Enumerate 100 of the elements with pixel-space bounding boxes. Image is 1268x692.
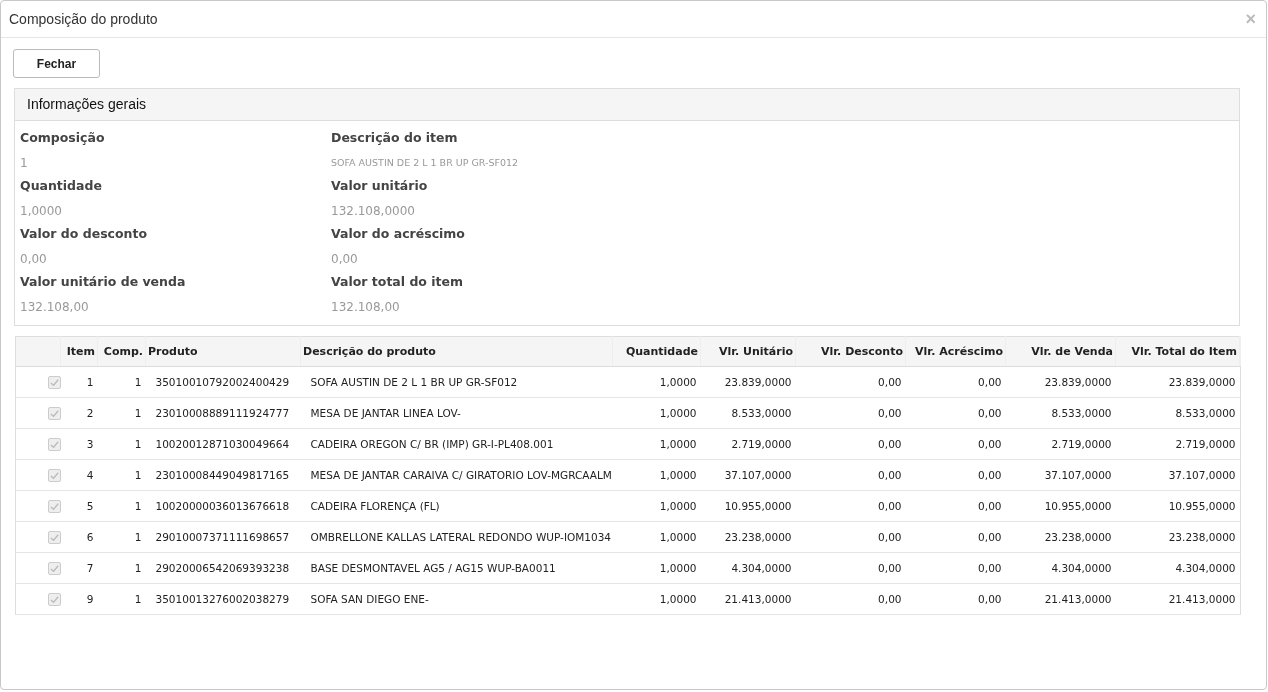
table-cell: MESA DE JANTAR CARAIVA C/ GIRATORIO LOV-MGRCAALM — [300, 459, 613, 491]
table-cell: 0,00 — [905, 459, 1006, 491]
table-cell: 21.413,0000 — [1115, 583, 1240, 615]
table-cell: 0,00 — [795, 397, 906, 429]
table-cell: 0,00 — [795, 521, 906, 553]
column-header: Item — [60, 336, 98, 367]
table-cell: 23.839,0000 — [1005, 366, 1116, 398]
field-label: Valor unitário — [331, 177, 429, 195]
field-value: 132.108,00 — [20, 299, 90, 316]
column-header: Vlr. de Venda — [1005, 336, 1116, 367]
table-cell: 23.238,0000 — [1115, 521, 1240, 553]
table-cell: 1,0000 — [612, 397, 701, 429]
table-cell: 1 — [97, 366, 146, 398]
table-cell: 0,00 — [905, 583, 1006, 615]
table-cell: 1 — [97, 521, 146, 553]
table-cell: 35010013276002038279 — [145, 583, 301, 615]
field-label: Composição — [20, 129, 106, 147]
table-cell: 1,0000 — [612, 428, 701, 460]
table-cell: SOFA AUSTIN DE 2 L 1 BR UP GR-SF012 — [300, 366, 613, 398]
table-cell: 0,00 — [905, 552, 1006, 584]
table-cell: 2.719,0000 — [1115, 428, 1240, 460]
table-cell: OMBRELLONE KALLAS LATERAL REDONDO WUP-IOM1034 — [300, 521, 613, 553]
table-cell: MESA DE JANTAR LINEA LOV- — [300, 397, 613, 429]
table-cell: 0,00 — [795, 459, 906, 491]
table-cell: 23.839,0000 — [700, 366, 796, 398]
table-cell: 23.238,0000 — [700, 521, 796, 553]
field-label: Valor unitário de venda — [20, 273, 187, 291]
close-dialog-button[interactable]: Fechar — [13, 49, 100, 78]
field-value: 0,00 — [331, 251, 359, 268]
table-cell: SOFA SAN DIEGO ENE- — [300, 583, 613, 615]
table-cell: 1 — [97, 583, 146, 615]
table-cell: 1 — [60, 366, 98, 398]
table-cell: 1 — [97, 397, 146, 429]
table-cell: BASE DESMONTAVEL AG5 / AG15 WUP-BA0011 — [300, 552, 613, 584]
table-cell: 2.719,0000 — [700, 428, 796, 460]
column-header: Vlr. Unitário — [700, 336, 796, 367]
table-cell: 37.107,0000 — [1115, 459, 1240, 491]
table-cell: 29020006542069393238 — [145, 552, 301, 584]
field-value: 1,0000 — [20, 203, 63, 220]
table-cell: 0,00 — [795, 366, 906, 398]
table-cell: 8.533,0000 — [1005, 397, 1116, 429]
field-label: Descrição do item — [331, 129, 459, 147]
column-header: Vlr. Acréscimo — [905, 336, 1006, 367]
table-cell: 35010010792002400429 — [145, 366, 301, 398]
table-cell: 23.839,0000 — [1115, 366, 1240, 398]
table-cell: 21.413,0000 — [1005, 583, 1116, 615]
table-cell: 4.304,0000 — [700, 552, 796, 584]
table-cell: 0,00 — [905, 397, 1006, 429]
table-cell: 37.107,0000 — [700, 459, 796, 491]
table-cell: 4.304,0000 — [1115, 552, 1240, 584]
table-cell: 8.533,0000 — [700, 397, 796, 429]
table-cell: 1 — [97, 552, 146, 584]
field-label: Valor total do item — [331, 273, 465, 291]
table-cell: 1 — [97, 428, 146, 460]
table-cell: 7 — [60, 552, 98, 584]
table-cell: 1,0000 — [612, 552, 701, 584]
table-cell: 0,00 — [795, 552, 906, 584]
column-header: Vlr. Total do Item — [1115, 336, 1240, 367]
table-cell: CADEIRA OREGON C/ BR (IMP) GR-I-PL408.001 — [300, 428, 613, 460]
table-cell: 0,00 — [905, 521, 1006, 553]
window-title: Composição do produto — [9, 11, 158, 27]
field-value: SOFA AUSTIN DE 2 L 1 BR UP GR-SF012 — [331, 156, 520, 170]
column-header: Vlr. Desconto — [795, 336, 906, 367]
column-header: Quantidade — [612, 336, 701, 367]
field-value: 132.108,0000 — [331, 203, 416, 220]
table-cell: 2 — [60, 397, 98, 429]
field-label: Valor do acréscimo — [331, 225, 466, 243]
field-value: 0,00 — [20, 251, 48, 268]
panel-title: Informações gerais — [15, 89, 1239, 121]
field-label: Quantidade — [20, 177, 103, 195]
table-cell: 0,00 — [795, 583, 906, 615]
table-cell: 29010007371111698657 — [145, 521, 301, 553]
table-cell: 3 — [60, 428, 98, 460]
table-cell: 10.955,0000 — [1115, 490, 1240, 522]
table-cell: 4 — [60, 459, 98, 491]
table-cell: 10020012871030049664 — [145, 428, 301, 460]
table-cell: 0,00 — [905, 366, 1006, 398]
table-cell: 10020000036013676618 — [145, 490, 301, 522]
table-cell: 23010008889111924777 — [145, 397, 301, 429]
table-cell: 0,00 — [795, 490, 906, 522]
table-cell: 10.955,0000 — [700, 490, 796, 522]
table-cell: 23.238,0000 — [1005, 521, 1116, 553]
table-cell: 1,0000 — [612, 490, 701, 522]
table-cell: 0,00 — [905, 428, 1006, 460]
table-cell: 21.413,0000 — [700, 583, 796, 615]
table-cell: 6 — [60, 521, 98, 553]
column-header: Descrição do produto — [300, 336, 613, 367]
table-cell: 5 — [60, 490, 98, 522]
table-cell: 0,00 — [905, 490, 1006, 522]
column-header: Produto — [145, 336, 301, 367]
table-cell: 1 — [97, 459, 146, 491]
table-cell: 1 — [97, 490, 146, 522]
table-cell: CADEIRA FLORENÇA (FL) — [300, 490, 613, 522]
table-cell: 1,0000 — [612, 366, 701, 398]
table-cell: 9 — [60, 583, 98, 615]
table-cell: 37.107,0000 — [1005, 459, 1116, 491]
table-cell: 10.955,0000 — [1005, 490, 1116, 522]
column-header: Comp. — [97, 336, 146, 367]
table-cell: 1,0000 — [612, 583, 701, 615]
table-cell: 23010008449049817165 — [145, 459, 301, 491]
